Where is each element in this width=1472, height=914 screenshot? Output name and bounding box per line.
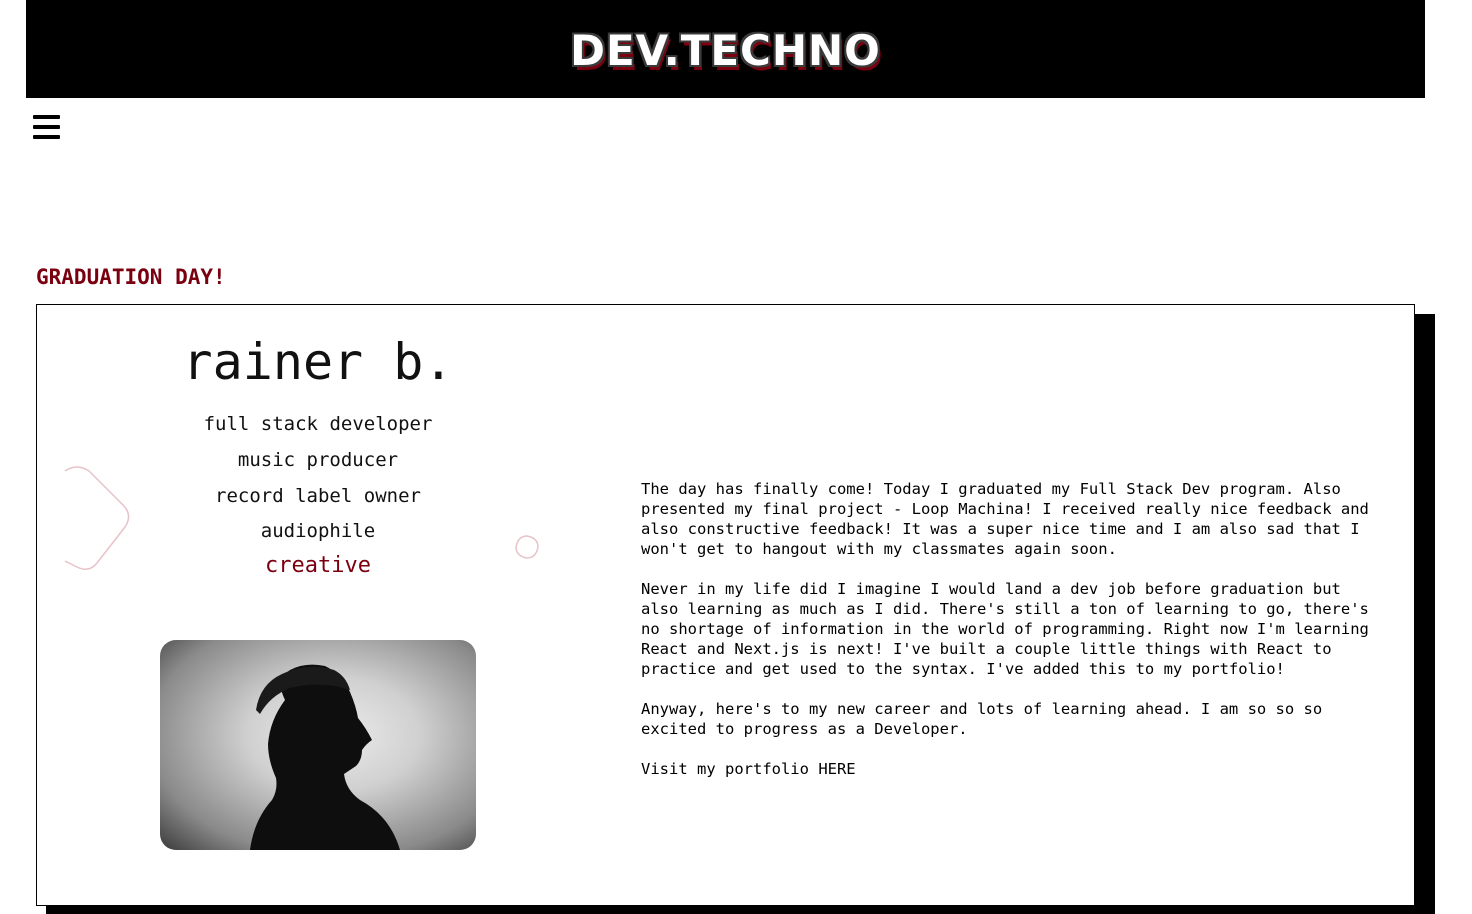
profile-photo-silhouette	[250, 664, 400, 850]
post-title: GRADUATION DAY!	[36, 265, 226, 289]
post-paragraph: Anyway, here's to my new career and lots…	[641, 700, 1323, 738]
profile-role: music producer	[237, 449, 399, 471]
portfolio-prefix: Visit my portfolio	[641, 760, 819, 778]
post-paragraph: Never in my life did I imagine I would l…	[641, 580, 1369, 678]
rounded-shape-decoration	[64, 466, 130, 570]
profile-role-accent: creative	[265, 553, 371, 578]
circle-decoration	[515, 535, 539, 559]
hamburger-menu-icon[interactable]	[33, 114, 61, 140]
profile-role: record label owner	[215, 485, 421, 507]
site-header: DEV.TECHNO	[26, 0, 1425, 98]
profile-role: full stack developer	[203, 413, 433, 435]
post-body: The day has finally come! Today I gradua…	[641, 479, 1376, 799]
portfolio-line: Visit my portfolio HERE	[641, 759, 1376, 779]
site-title[interactable]: DEV.TECHNO	[26, 27, 1425, 75]
profile-role: audiophile	[260, 520, 376, 542]
portfolio-link[interactable]: HERE	[818, 760, 855, 778]
post-card: rainer b. full stack developer music pro…	[36, 304, 1415, 906]
profile-name: rainer b.	[182, 333, 454, 391]
post-paragraph: The day has finally come! Today I gradua…	[641, 480, 1369, 558]
profile-photo	[160, 640, 476, 850]
